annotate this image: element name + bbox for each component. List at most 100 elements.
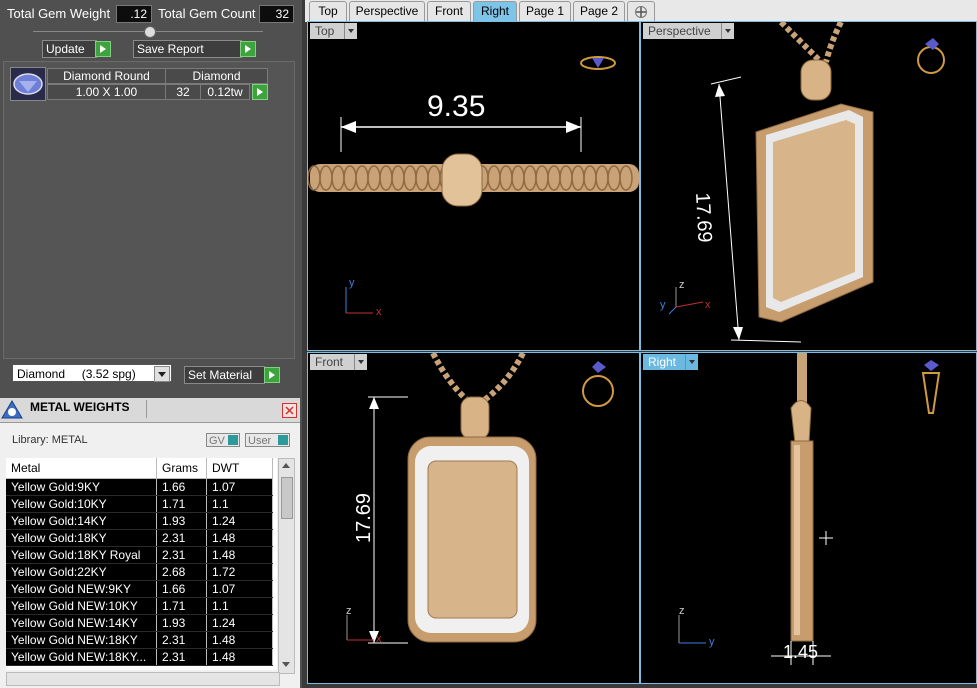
top-dimension-label: 9.35	[427, 90, 486, 123]
metal-cell: Yellow Gold NEW:18KY...	[6, 648, 157, 666]
plus-icon	[635, 6, 647, 18]
gem-thumbnail[interactable]	[10, 67, 46, 101]
metal-weights-title: METAL WEIGHTS	[30, 400, 130, 414]
total-gem-count-field[interactable]: 32	[259, 5, 294, 23]
table-row[interactable]: Yellow Gold NEW:18KY 2.31 1.48	[6, 631, 273, 649]
grams-cell: 1.71	[156, 597, 207, 615]
metal-cell: Yellow Gold:14KY	[6, 512, 157, 530]
total-gem-weight-label: Total Gem Weight	[7, 6, 111, 21]
close-icon[interactable]	[282, 403, 297, 418]
tab-front[interactable]: Front	[427, 1, 471, 21]
table-row[interactable]: Yellow Gold:18KY 2.31 1.48	[6, 529, 273, 547]
grams-cell: 2.31	[156, 648, 207, 666]
gem-row-go-icon[interactable]	[252, 84, 268, 100]
bail-shape	[441, 153, 483, 207]
save-report-button[interactable]: Save Report	[133, 40, 242, 58]
table-row[interactable]: Yellow Gold:14KY 1.93 1.24	[6, 512, 273, 530]
metal-table-scrollbar[interactable]	[278, 458, 295, 674]
column-header-metal[interactable]: Metal	[6, 458, 157, 479]
axis-x-label: x	[705, 299, 711, 311]
view-cube-ring-icon	[582, 375, 614, 407]
user-toggle[interactable]: User	[245, 433, 290, 447]
tab-page-2[interactable]: Page 2	[573, 1, 625, 21]
right-view-render	[678, 353, 941, 665]
splitter-handle[interactable]	[144, 26, 156, 38]
viewport-perspective[interactable]: Perspective 17.69 z x y	[640, 21, 977, 351]
material-select-value: Diamond (3.52 spg)	[17, 367, 136, 381]
gv-toggle[interactable]: GV	[206, 433, 240, 447]
grams-cell: 1.66	[156, 478, 207, 496]
set-material-go-icon[interactable]	[264, 367, 280, 383]
add-tab-button[interactable]	[627, 1, 655, 21]
right-dimension-label: 1.45	[783, 642, 819, 662]
dwt-cell: 1.1	[206, 597, 273, 615]
table-row[interactable]: Yellow Gold NEW:14KY 1.93 1.24	[6, 614, 273, 632]
axis-y-label: y	[349, 277, 355, 289]
grams-cell: 2.31	[156, 546, 207, 564]
scrollbar-thumb[interactable]	[281, 477, 293, 519]
axis-y-label: y	[709, 636, 715, 648]
metal-weights-panel: METAL WEIGHTS Library: METAL GV User Met…	[0, 398, 300, 688]
table-row[interactable]: Yellow Gold NEW:9KY 1.66 1.07	[6, 580, 273, 598]
axis-z-label: z	[679, 605, 685, 617]
view-cube-ring-icon	[917, 46, 945, 74]
axis-x-label: x	[376, 306, 382, 318]
total-gem-weight-field[interactable]: .12	[116, 5, 152, 23]
dwt-cell: 1.24	[206, 614, 273, 632]
tab-top[interactable]: Top	[309, 1, 347, 21]
tab-right[interactable]: Right	[473, 1, 517, 21]
column-header-dwt[interactable]: DWT	[206, 458, 273, 479]
gem-weight-cell[interactable]: 0.12tw	[200, 84, 250, 100]
metal-cell: Yellow Gold NEW:18KY	[6, 631, 157, 649]
metal-cell: Yellow Gold:22KY	[6, 563, 157, 581]
viewport-top[interactable]: Top 9.35 y x	[307, 21, 640, 351]
metal-cell: Yellow Gold NEW:14KY	[6, 614, 157, 632]
user-label: User	[248, 435, 272, 447]
view-cube-side-icon	[921, 372, 941, 414]
set-material-button[interactable]: Set Material	[184, 366, 265, 384]
table-row[interactable]: Yellow Gold:18KY Royal 2.31 1.48	[6, 546, 273, 564]
grams-cell: 2.68	[156, 563, 207, 581]
dwt-cell: 1.72	[206, 563, 273, 581]
dwt-cell: 1.24	[206, 512, 273, 530]
update-go-icon[interactable]	[95, 41, 111, 57]
column-header-grams[interactable]: Grams	[156, 458, 207, 479]
table-row[interactable]: Yellow Gold NEW:18KY... 2.31 1.48	[6, 648, 273, 666]
dwt-cell: 1.48	[206, 546, 273, 564]
save-report-go-icon[interactable]	[240, 41, 256, 57]
library-label: Library: METAL	[12, 434, 88, 446]
view-tabs-bar: Top Perspective Front Right Page 1 Page …	[305, 0, 977, 22]
viewport-front[interactable]: Front 17.69 z x	[307, 352, 640, 684]
grams-cell: 2.31	[156, 529, 207, 547]
viewport-right[interactable]: Right 1.45 z y	[640, 352, 977, 684]
metal-table-container: Metal Grams DWT Yellow Gold:9KY 1.66 1.07 Y…	[6, 458, 277, 670]
tab-perspective[interactable]: Perspective	[349, 1, 425, 21]
gem-size-cell[interactable]: 1.00 X 1.00	[47, 84, 166, 100]
table-row[interactable]: Yellow Gold NEW:10KY 1.71 1.1	[6, 597, 273, 615]
scroll-down-icon[interactable]	[281, 661, 291, 669]
axis-y-label: y	[660, 299, 666, 311]
gem-material-header: Diamond	[165, 68, 268, 84]
gv-label: GV	[209, 435, 225, 447]
metal-table: Metal Grams DWT Yellow Gold:9KY 1.66 1.07 Y…	[6, 458, 273, 666]
top-view-render	[308, 56, 639, 314]
metal-weights-header: METAL WEIGHTS	[0, 398, 300, 423]
chevron-down-icon[interactable]	[154, 366, 170, 382]
scroll-up-icon[interactable]	[281, 461, 291, 469]
material-select[interactable]: Diamond (3.52 spg)	[12, 364, 172, 382]
update-button[interactable]: Update	[42, 40, 97, 58]
dwt-cell: 1.07	[206, 478, 273, 496]
axis-x-label: x	[376, 633, 382, 645]
table-row[interactable]: Yellow Gold:9KY 1.66 1.07	[6, 478, 273, 496]
tab-page-1[interactable]: Page 1	[519, 1, 571, 21]
gem-count-cell[interactable]: 32	[165, 84, 201, 100]
axis-z-label: z	[346, 605, 352, 617]
user-indicator-icon	[278, 435, 288, 445]
metal-cell: Yellow Gold NEW:10KY	[6, 597, 157, 615]
perspective-view-render	[668, 22, 945, 343]
table-row[interactable]: Yellow Gold:10KY 1.71 1.1	[6, 495, 273, 513]
horizontal-scrollbar[interactable]	[6, 672, 280, 686]
grams-cell: 1.71	[156, 495, 207, 513]
set-material-label: Set Material	[188, 368, 253, 382]
table-row[interactable]: Yellow Gold:22KY 2.68 1.72	[6, 563, 273, 581]
